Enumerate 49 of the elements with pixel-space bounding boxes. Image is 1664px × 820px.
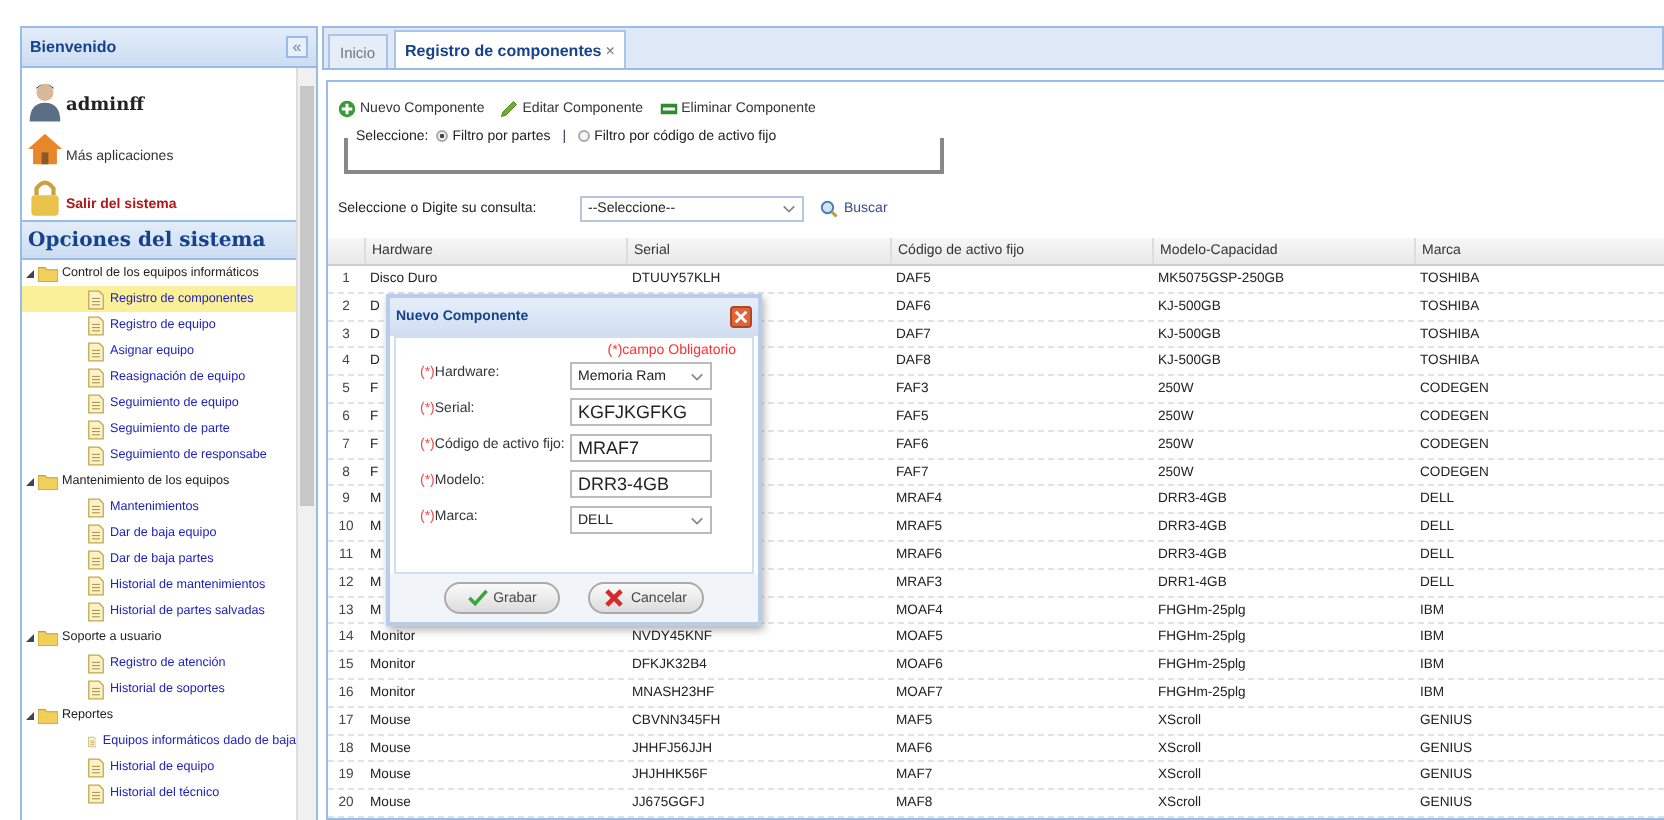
chevron-down-icon (690, 371, 704, 382)
input-field[interactable]: MRAF7 (570, 434, 712, 463)
document-icon (88, 523, 104, 543)
document-icon (88, 445, 104, 465)
expanded-arrow-icon[interactable] (26, 269, 34, 277)
minus-box-icon (659, 100, 678, 119)
chevron-down-icon (782, 203, 796, 214)
cross-icon (604, 588, 625, 609)
document-icon (88, 549, 104, 569)
checkmark-icon (467, 588, 488, 609)
folder-icon (38, 473, 58, 489)
document-icon (88, 289, 104, 309)
document-icon (88, 575, 104, 595)
expanded-arrow-icon[interactable] (26, 477, 34, 485)
search-icon (820, 199, 838, 218)
folder-icon (38, 707, 58, 723)
sidebar-title: Bienvenido (30, 38, 117, 56)
scrollbar[interactable] (296, 68, 316, 820)
menu-title: Opciones del sistema (28, 229, 266, 251)
document-icon (88, 393, 104, 413)
house-icon (28, 128, 62, 170)
padlock-icon (28, 176, 62, 218)
close-button[interactable] (730, 306, 752, 329)
document-icon (88, 367, 104, 387)
document-icon (88, 731, 97, 751)
document-icon (88, 653, 104, 673)
document-icon (88, 783, 104, 803)
close-icon (734, 310, 748, 325)
chevron-down-icon (690, 515, 704, 526)
document-icon (88, 341, 104, 361)
document-icon (88, 679, 104, 699)
input-field[interactable]: DRR3-4GB (570, 470, 712, 499)
document-icon (88, 419, 104, 439)
document-icon (88, 757, 104, 777)
pencil-icon (500, 100, 519, 119)
user-icon (28, 80, 62, 122)
input-field[interactable]: KGFJKGFKG (570, 398, 712, 427)
expanded-arrow-icon[interactable] (26, 633, 34, 641)
radio-button[interactable] (436, 130, 449, 143)
user-name: adminff (66, 96, 144, 116)
expanded-arrow-icon[interactable] (26, 711, 34, 719)
document-icon (88, 315, 104, 335)
folder-icon (38, 265, 58, 281)
folder-icon (38, 629, 58, 645)
document-icon (88, 497, 104, 517)
document-icon (88, 601, 104, 621)
tab[interactable]: Registro de componentes × (393, 30, 627, 68)
radio-button[interactable] (578, 130, 591, 143)
plus-icon (338, 100, 356, 119)
